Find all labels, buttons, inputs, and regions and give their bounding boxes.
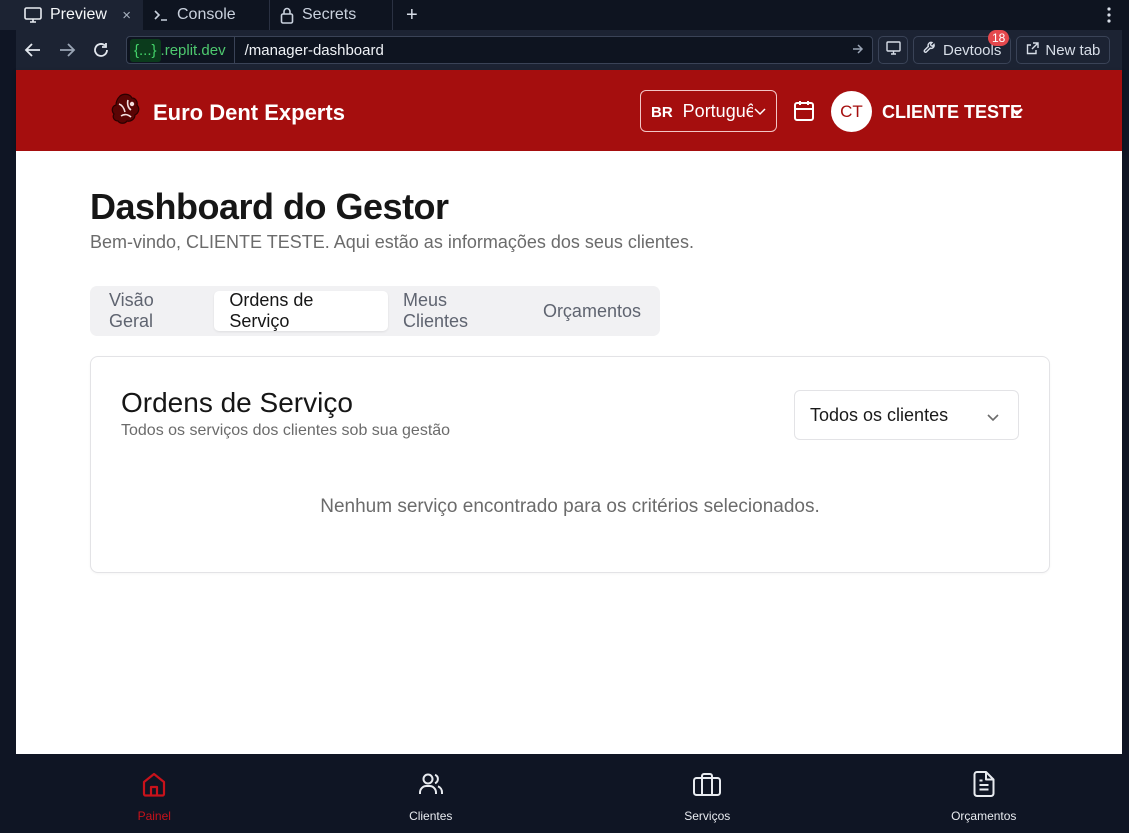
go-arrow-icon[interactable]: [852, 42, 864, 59]
language-select[interactable]: BR Português: [640, 90, 777, 132]
client-filter-value: Todos os clientes: [810, 404, 949, 425]
nav-label: Painel: [137, 809, 171, 823]
card-subtitle: Todos os serviços dos clientes sob sua g…: [121, 422, 451, 439]
users-icon: [417, 770, 445, 801]
nav-label: Orçamentos: [951, 809, 1017, 823]
app-header: Euro Dent Experts BR Português CT CLIENT…: [16, 70, 1122, 151]
monitor-icon: [885, 41, 901, 59]
empty-state-message: Nenhum serviço encontrado para os critér…: [320, 496, 820, 517]
tab-secrets[interactable]: Secrets: [270, 0, 393, 30]
brand-name[interactable]: Euro Dent Experts: [153, 100, 345, 126]
new-tab-button[interactable]: +: [393, 0, 431, 30]
reload-icon[interactable]: [84, 41, 118, 59]
url-field[interactable]: {...} .replit.dev /manager-dashboard: [126, 36, 873, 64]
tab-label: Secrets: [302, 6, 357, 23]
kebab-menu-icon[interactable]: [1107, 0, 1129, 30]
chevron-down-icon: [754, 103, 766, 121]
tab-quotes[interactable]: Orçamentos: [528, 291, 656, 331]
nav-item-clientes[interactable]: Clientes: [293, 754, 570, 833]
chevron-down-icon: [986, 407, 1000, 428]
lock-icon: [280, 7, 294, 24]
address-bar: {...} .replit.dev /manager-dashboard Dev…: [16, 30, 1122, 70]
back-icon[interactable]: [16, 42, 50, 58]
card-title: Ordens de Serviço: [121, 387, 353, 418]
brand-logo-icon[interactable]: [110, 92, 144, 130]
briefcase-icon: [692, 770, 722, 801]
page-subtitle: Bem-vindo, CLIENTE TESTE. Aqui estão as …: [90, 232, 694, 252]
user-name[interactable]: CLIENTE TESTE: [882, 102, 1022, 123]
wrench-icon: [923, 41, 937, 59]
terminal-icon: [153, 8, 169, 22]
devtools-button[interactable]: Devtools 18: [913, 30, 1012, 64]
tab-label: Console: [177, 6, 236, 23]
main-content: Dashboard do Gestor Bem-vindo, CLIENTE T…: [16, 151, 1122, 754]
service-orders-card: Ordens de Serviço Todos os serviços dos …: [90, 356, 1050, 573]
home-icon: [140, 770, 168, 801]
forward-icon[interactable]: [50, 42, 84, 58]
monitor-icon: [24, 7, 42, 23]
device-preview-button[interactable]: [878, 36, 908, 64]
client-filter-select[interactable]: Todos os clientes: [794, 390, 1019, 440]
chevron-down-icon[interactable]: [1010, 104, 1024, 122]
nav-label: Serviços: [684, 809, 731, 823]
tab-service-orders[interactable]: Ordens de Serviço: [214, 290, 389, 331]
url-path: /manager-dashboard: [244, 41, 384, 59]
nav-label: Clientes: [409, 809, 453, 823]
url-badge: {...}: [130, 38, 161, 62]
browser-tab-strip: Preview × Console Secrets +: [0, 0, 1129, 30]
external-link-icon: [1026, 41, 1040, 59]
new-tab-label: New tab: [1045, 41, 1101, 59]
language-code: BR: [651, 104, 673, 121]
tab-overview[interactable]: Visão Geral: [94, 290, 214, 331]
dashboard-tabs: Visão Geral Ordens de Serviço Meus Clien…: [90, 286, 660, 336]
avatar[interactable]: CT: [831, 91, 872, 132]
nav-item-orcamentos[interactable]: Orçamentos: [846, 754, 1123, 833]
page-title: Dashboard do Gestor: [90, 186, 449, 227]
notification-badge: 18: [988, 30, 1010, 46]
calendar-icon[interactable]: [792, 99, 816, 128]
close-icon[interactable]: ×: [122, 7, 131, 24]
nav-item-servicos[interactable]: Serviços: [569, 754, 846, 833]
tab-label: Preview: [50, 6, 107, 23]
open-new-tab-button[interactable]: New tab: [1016, 36, 1111, 64]
tab-preview[interactable]: Preview ×: [0, 0, 143, 30]
nav-item-painel[interactable]: Painel: [16, 754, 293, 833]
tab-my-clients[interactable]: Meus Clientes: [388, 290, 528, 331]
tab-console[interactable]: Console: [143, 0, 270, 30]
url-domain: .replit.dev: [161, 37, 235, 63]
language-name: Português: [682, 100, 753, 121]
bottom-navigation: Painel Clientes Serviços Orçamentos: [16, 754, 1122, 833]
document-icon: [971, 770, 997, 801]
